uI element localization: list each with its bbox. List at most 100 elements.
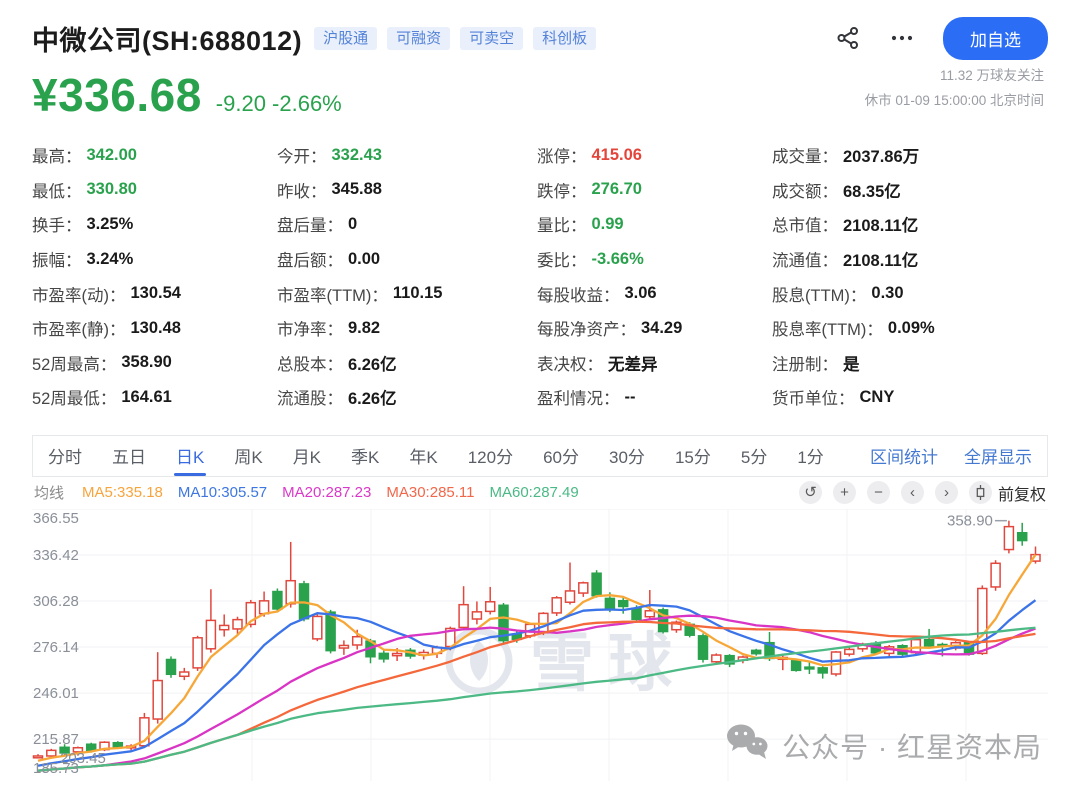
tab-item[interactable]: 日K — [176, 436, 204, 476]
wechat-watermark-text: 公众号 · 红星资本局 — [782, 726, 1042, 766]
stat-item: 盘后额：0.00 — [277, 242, 537, 277]
stat-value: 6.26亿 — [348, 351, 397, 375]
chart-reset-button[interactable]: ↺ — [799, 481, 822, 504]
adjust-type-button[interactable]: 前复权 — [998, 481, 1046, 505]
stat-label: 流通股： — [277, 385, 343, 409]
candle-body — [566, 591, 575, 602]
stat-label: 量比： — [537, 212, 587, 236]
stat-item: 盘后量：0 — [277, 207, 537, 242]
fullscreen-link[interactable]: 全屏显示 — [964, 443, 1032, 468]
tab-links: 区间统计 全屏显示 — [870, 436, 1032, 476]
candle-body — [206, 620, 215, 648]
stat-item: 股息(TTM)：0.30 — [772, 276, 1048, 311]
share-icon[interactable] — [835, 25, 861, 51]
stat-value: 110.15 — [393, 284, 443, 303]
tab-item[interactable]: 15分 — [675, 436, 711, 476]
tab-item[interactable]: 30分 — [609, 436, 645, 476]
header-actions: 加自选 — [835, 17, 1048, 60]
tab-item[interactable]: 60分 — [543, 436, 579, 476]
stat-value: 68.35亿 — [843, 178, 901, 202]
stat-label: 委比： — [537, 247, 587, 271]
stat-item: 每股净资产：34.29 — [537, 311, 772, 346]
pan-left-button[interactable]: ‹ — [901, 481, 924, 504]
stat-item: 振幅：3.24% — [32, 242, 277, 277]
header: 中微公司(SH:688012) 沪股通可融资可卖空科创板 加自选 — [32, 16, 1048, 60]
wechat-watermark: 公众号 · 红星资本局 — [724, 722, 1042, 769]
stat-label: 流通值： — [772, 247, 838, 271]
stat-label: 市盈率(动)： — [32, 282, 126, 306]
stat-label: 换手： — [32, 212, 82, 236]
range-stats-link[interactable]: 区间统计 — [870, 443, 938, 468]
candle-body — [353, 636, 362, 644]
stat-value: 342.00 — [87, 146, 137, 165]
pan-right-button[interactable]: › — [935, 481, 958, 504]
tab-item[interactable]: 分时 — [48, 436, 82, 476]
stat-value: 3.24% — [87, 250, 134, 269]
stat-item: 货币单位：CNY — [772, 380, 1048, 415]
header-meta: 11.32 万球友关注 休市 01-09 15:00:00 北京时间 — [865, 64, 1044, 114]
candle-style-button[interactable] — [969, 481, 992, 504]
tab-item[interactable]: 五日 — [112, 436, 146, 476]
candle-body — [805, 667, 814, 669]
stock-badge: 可融资 — [387, 27, 450, 50]
tab-item[interactable]: 年K — [409, 436, 437, 476]
high-annotation: 358.90 — [947, 512, 993, 529]
stat-item: 52周最低： 164.61 — [32, 380, 277, 415]
ma-legend: MA5:335.18MA10:305.57MA20:287.23MA30:285… — [82, 484, 594, 501]
stat-item: 今开：332.43 — [277, 138, 537, 173]
y-axis-label: 336.42 — [33, 547, 79, 564]
stat-label: 52周最高： — [32, 351, 116, 375]
stat-value: 164.61 — [121, 388, 171, 407]
stock-badge: 可卖空 — [460, 27, 523, 50]
stat-value: -3.66% — [592, 250, 644, 269]
tab-item[interactable]: 120分 — [468, 436, 513, 476]
zoom-out-button[interactable]: − — [867, 481, 890, 504]
stock-badges: 沪股通可融资可卖空科创板 — [314, 27, 596, 50]
stat-value: 0.99 — [592, 215, 624, 234]
stat-label: 52周最低： — [32, 385, 116, 409]
tab-item[interactable]: 1分 — [797, 436, 823, 476]
candle-body — [752, 650, 761, 653]
stat-value: 345.88 — [332, 180, 382, 199]
stat-item: 流通股：6.26亿 — [277, 380, 537, 415]
stat-item: 跌停：276.70 — [537, 173, 772, 208]
stat-value: 2037.86万 — [843, 143, 919, 167]
tab-item[interactable]: 月K — [293, 436, 321, 476]
stat-value: 2108.11亿 — [843, 247, 918, 271]
ma-legend-item: MA10:305.57 — [178, 484, 267, 501]
stat-label: 每股净资产： — [537, 316, 636, 340]
tab-item[interactable]: 5分 — [741, 436, 767, 476]
stat-label: 最高： — [32, 143, 82, 167]
stat-item: 委比： -3.66% — [537, 242, 772, 277]
stat-label: 今开： — [277, 143, 327, 167]
more-icon[interactable] — [889, 25, 915, 51]
stat-value: 无差异 — [608, 351, 658, 375]
stat-value: 0.09% — [888, 319, 935, 338]
candle-body — [991, 563, 1000, 587]
candle-body — [286, 580, 295, 603]
stat-value: 9.82 — [348, 319, 380, 338]
candle-body — [220, 625, 229, 629]
candle-body — [645, 611, 654, 617]
stat-value: 130.54 — [131, 284, 181, 303]
candle-body — [925, 639, 934, 645]
zoom-in-button[interactable]: + — [833, 481, 856, 504]
stat-item: 市净率：9.82 — [277, 311, 537, 346]
stat-label: 最低： — [32, 178, 82, 202]
y-axis-label: 366.55 — [33, 510, 79, 527]
stat-label: 注册制： — [772, 351, 838, 375]
followers-count: 11.32 万球友关注 — [865, 64, 1044, 89]
stat-item: 量比： 0.99 — [537, 207, 772, 242]
stat-label: 成交额： — [772, 178, 838, 202]
tab-item[interactable]: 季K — [351, 436, 379, 476]
tab-item[interactable]: 周K — [234, 436, 262, 476]
add-watchlist-button[interactable]: 加自选 — [943, 17, 1048, 60]
ma-legend-item: MA5:335.18 — [82, 484, 163, 501]
stat-value: 276.70 — [592, 180, 642, 199]
stat-item: 市盈率(动)： 130.54 — [32, 276, 277, 311]
stat-value: 是 — [843, 351, 860, 375]
stat-label: 货币单位： — [772, 385, 855, 409]
stock-title: 中微公司(SH:688012) — [32, 19, 302, 58]
ma-bar: 均线 MA5:335.18MA10:305.57MA20:287.23MA30:… — [32, 477, 1048, 509]
candle-body — [167, 659, 176, 674]
